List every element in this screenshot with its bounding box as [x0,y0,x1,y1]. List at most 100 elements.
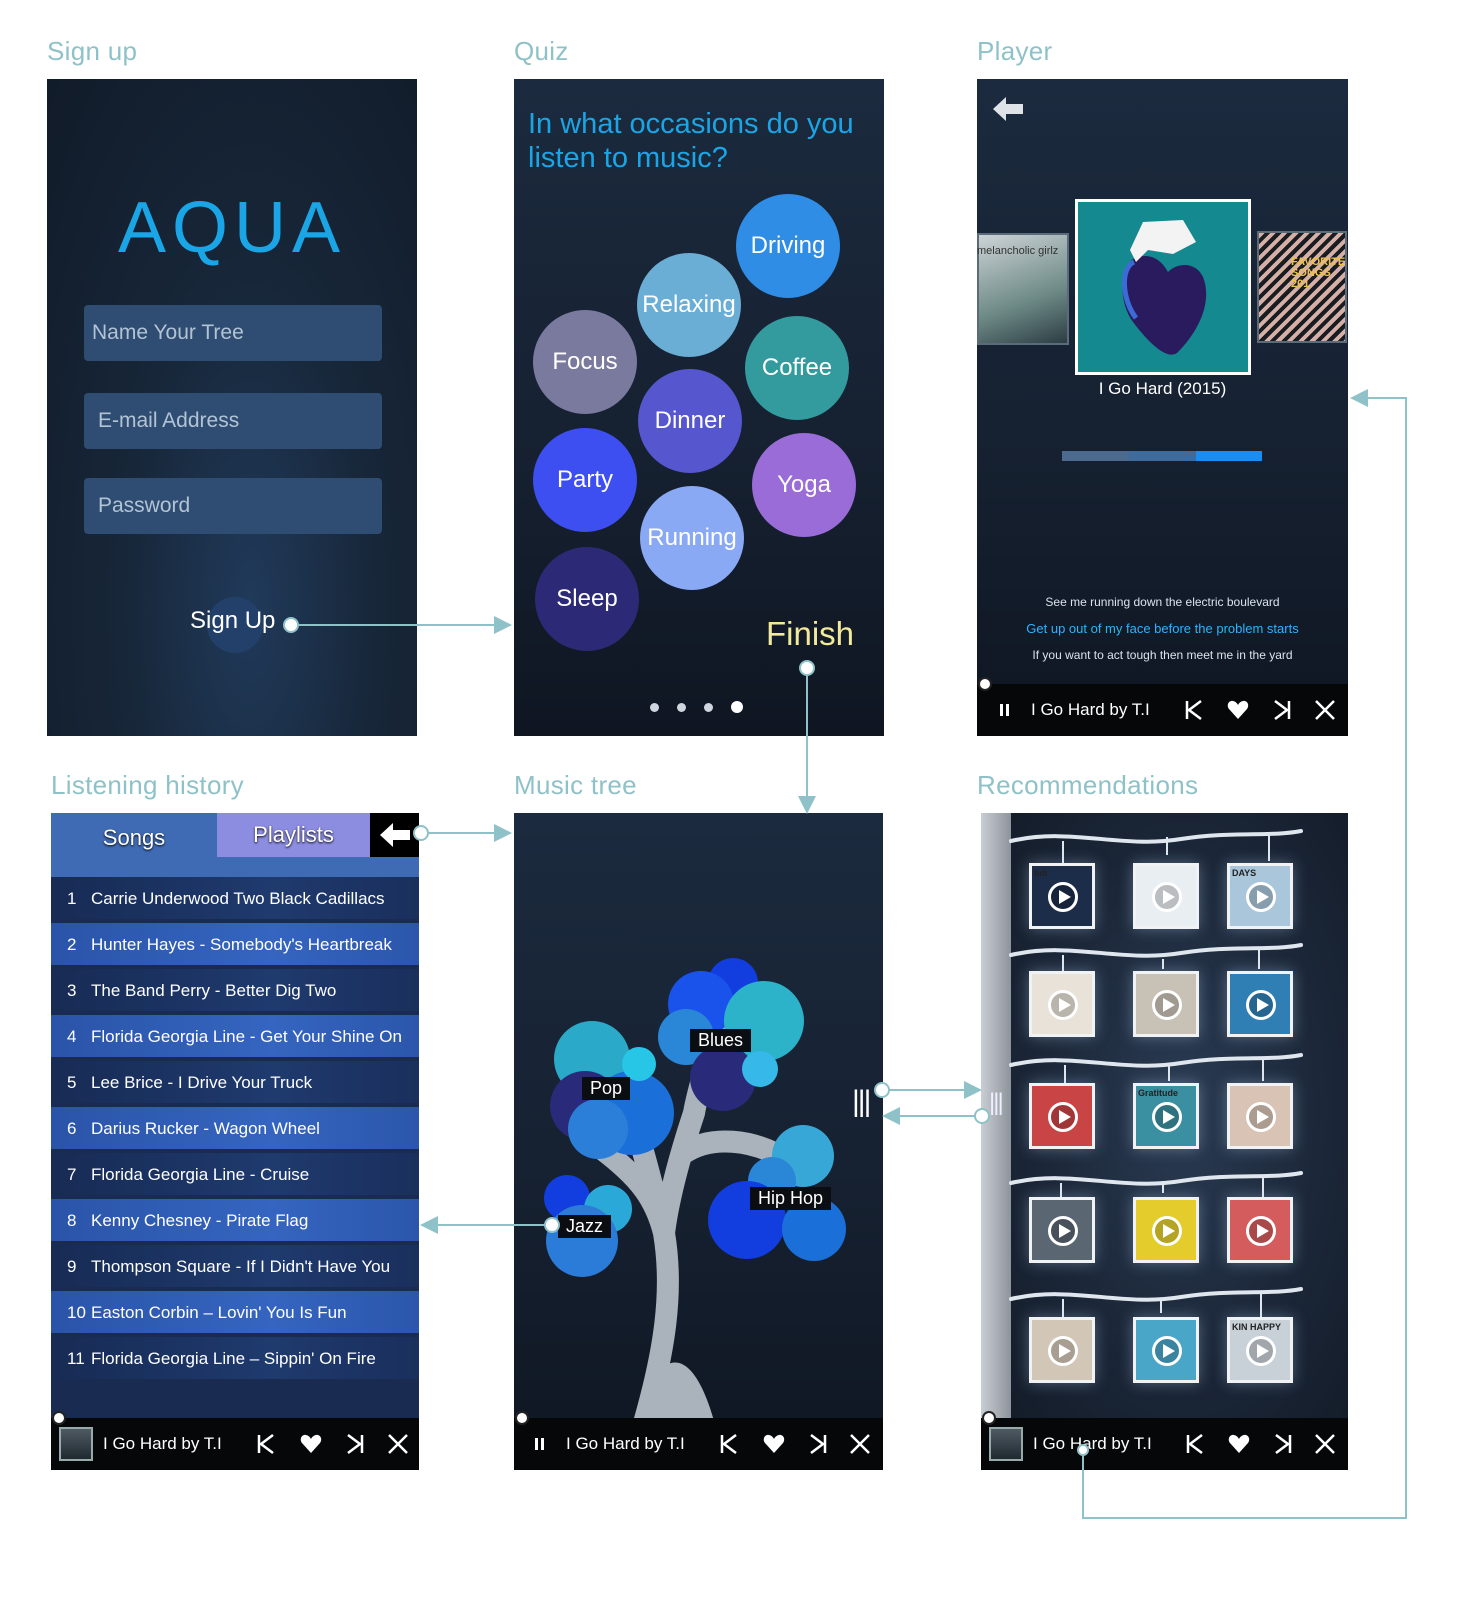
next-icon[interactable] [343,1432,367,1456]
play-icon[interactable] [1048,990,1078,1020]
scrub-handle[interactable] [515,1411,529,1425]
song-row[interactable]: 1 Carrie Underwood Two Black Cadillacs [51,877,419,921]
play-icon[interactable] [1152,1216,1182,1246]
album-thumbnail[interactable] [59,1427,93,1461]
back-arrow-icon[interactable] [991,95,1025,123]
prev-album-cover[interactable]: melancholic girlz [977,233,1069,345]
playback-progress[interactable] [1062,451,1262,461]
option-coffee[interactable]: Coffee [745,316,849,420]
play-icon[interactable] [1152,882,1182,912]
recommendation-tile[interactable] [1029,1317,1095,1383]
section-title-signup: Sign up [47,36,138,66]
recommendation-tile[interactable]: bdr [1029,863,1095,929]
heart-icon[interactable] [762,1432,786,1456]
recommendation-tile[interactable] [1133,1197,1199,1263]
song-row[interactable]: 6 Darius Rucker - Wagon Wheel [51,1107,419,1151]
song-row[interactable]: 4 Florida Georgia Line - Get Your Shine O… [51,1015,419,1059]
tab-playlists[interactable]: Playlists [217,813,370,857]
tree-name-field[interactable]: Name Your Tree [84,305,382,361]
signup-button[interactable]: Sign Up [190,607,275,635]
recommendation-tile[interactable] [1227,1197,1293,1263]
play-icon[interactable] [1152,1336,1182,1366]
recommendation-tile[interactable] [1227,971,1293,1037]
page-dot[interactable] [650,702,659,712]
previous-icon[interactable] [1183,1432,1207,1456]
song-row[interactable]: 3 The Band Perry - Better Dig Two [51,969,419,1013]
genre-pop[interactable]: Pop [582,1077,631,1100]
page-dot[interactable] [677,702,686,712]
next-icon[interactable] [806,1432,830,1456]
song-number: 7 [67,1165,77,1184]
close-icon[interactable] [386,1432,410,1456]
next-album-caption: FAVORITE SONGS 201 [1291,256,1346,290]
play-icon[interactable] [1048,1216,1078,1246]
song-row[interactable]: 2 Hunter Hayes - Somebody's Heartbreak [51,923,419,967]
heart-icon[interactable] [1227,1432,1251,1456]
option-driving[interactable]: Driving [736,194,840,298]
current-album-cover[interactable] [1075,199,1251,375]
recommendation-tile[interactable] [1029,1197,1095,1263]
genre-jazz[interactable]: Jazz [558,1215,612,1238]
play-icon[interactable] [1246,1336,1276,1366]
close-icon[interactable] [1313,1432,1337,1456]
option-relaxing[interactable]: Relaxing [637,253,741,357]
drawer-handle-icon[interactable]: ||| [852,1085,871,1119]
song-row[interactable]: 8 Kenny Chesney - Pirate Flag [51,1199,419,1243]
tab-songs[interactable]: Songs [51,813,217,863]
play-icon[interactable] [1048,1102,1078,1132]
song-row[interactable]: 7 Florida Georgia Line - Cruise [51,1153,419,1197]
scrub-handle[interactable] [982,1411,996,1425]
previous-icon[interactable] [254,1432,278,1456]
album-thumbnail[interactable] [989,1427,1023,1461]
recommendation-tile[interactable] [1133,863,1199,929]
recommendation-tile[interactable] [1227,1083,1293,1149]
song-row[interactable]: 11 Florida Georgia Line – Sippin' On Fire [51,1337,419,1381]
option-focus[interactable]: Focus [533,310,637,414]
recommendation-tile[interactable] [1029,971,1095,1037]
previous-icon[interactable] [717,1432,741,1456]
close-icon[interactable] [848,1432,872,1456]
genre-hiphop[interactable]: Hip Hop [750,1187,832,1210]
play-icon[interactable] [1152,1102,1182,1132]
next-icon[interactable] [1271,1432,1295,1456]
next-album-cover[interactable]: FAVORITE SONGS 201 [1257,231,1347,343]
previous-icon[interactable] [1182,698,1206,722]
option-sleep[interactable]: Sleep [535,547,639,651]
recommendation-tile[interactable]: DAYS [1227,863,1293,929]
recommendation-tile[interactable] [1133,971,1199,1037]
play-icon[interactable] [1048,882,1078,912]
play-icon[interactable] [1246,1102,1276,1132]
email-field[interactable]: E-mail Address [84,393,382,449]
option-dinner[interactable]: Dinner [638,369,742,473]
recommendation-tile[interactable]: Gratitude [1133,1083,1199,1149]
option-running[interactable]: Running [640,486,744,590]
recommendation-tile[interactable] [1029,1083,1095,1149]
recommendation-tile[interactable]: KIN HAPPY [1227,1317,1293,1383]
scrub-handle[interactable] [52,1411,66,1425]
scrub-handle[interactable] [978,677,992,691]
heart-icon[interactable] [1226,698,1250,722]
page-dot-active[interactable] [731,701,743,713]
password-field[interactable]: Password [84,478,382,534]
play-icon[interactable] [1152,990,1182,1020]
page-dot[interactable] [704,702,713,712]
genre-blues[interactable]: Blues [690,1029,752,1052]
close-icon[interactable] [1313,698,1337,722]
option-party[interactable]: Party [533,428,637,532]
history-back-button[interactable] [370,813,419,857]
play-icon[interactable] [1246,882,1276,912]
heart-icon[interactable] [299,1432,323,1456]
pause-icon[interactable] [530,1434,550,1454]
play-icon[interactable] [1048,1336,1078,1366]
pause-icon[interactable] [995,700,1015,720]
next-icon[interactable] [1270,698,1294,722]
song-title: Florida Georgia Line - Get Your Shine On [91,1027,402,1046]
finish-button[interactable]: Finish [766,615,854,653]
recommendation-tile[interactable] [1133,1317,1199,1383]
song-row[interactable]: 5 Lee Brice - I Drive Your Truck [51,1061,419,1105]
play-icon[interactable] [1246,990,1276,1020]
play-icon[interactable] [1246,1216,1276,1246]
song-row[interactable]: 9 Thompson Square - If I Didn't Have You [51,1245,419,1289]
option-yoga[interactable]: Yoga [752,433,856,537]
song-row[interactable]: 10 Easton Corbin – Lovin' You Is Fun [51,1291,419,1335]
